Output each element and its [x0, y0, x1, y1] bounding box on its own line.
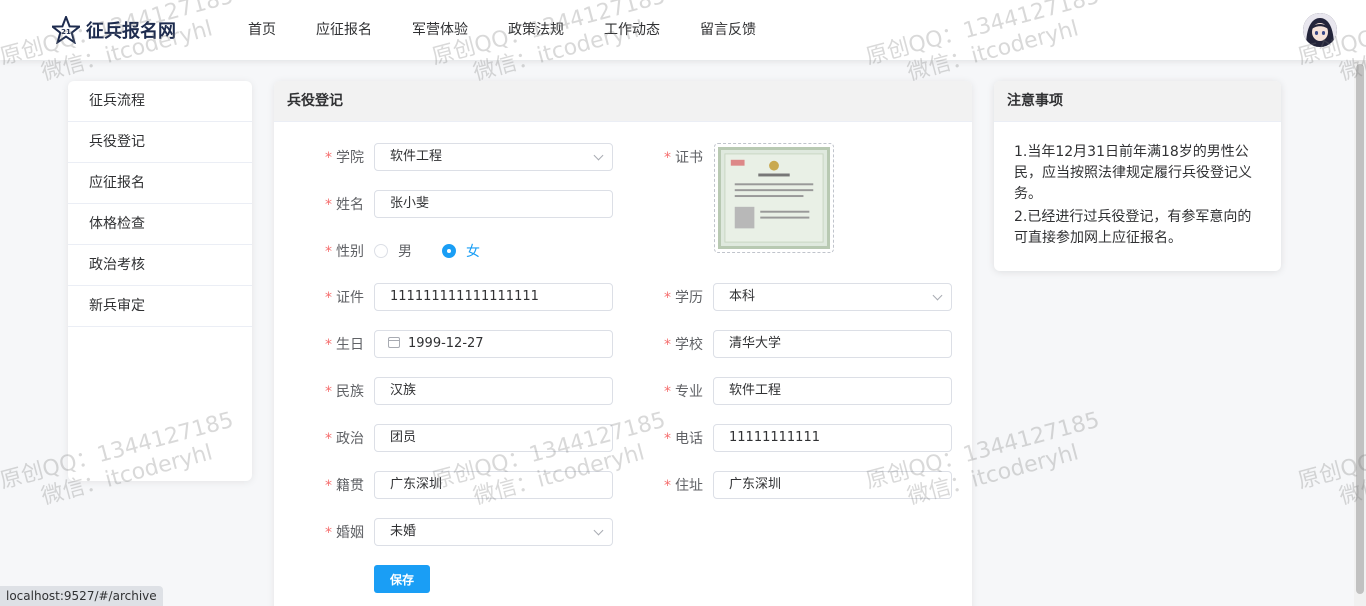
label-college: * 学院: [325, 150, 364, 166]
site-title: 征兵报名网: [86, 21, 176, 42]
side-item-political[interactable]: 政治考核: [68, 245, 252, 286]
side-item-enlist[interactable]: 应征报名: [68, 163, 252, 204]
user-avatar[interactable]: [1303, 13, 1337, 47]
name-input[interactable]: 张小斐: [374, 190, 613, 218]
label-major: * 专业: [664, 384, 703, 400]
radio-circle-icon: [374, 244, 388, 258]
label-gender: * 性别: [325, 244, 364, 260]
major-input[interactable]: 软件工程: [713, 377, 952, 405]
label-name: * 姓名: [325, 197, 364, 213]
label-politics: * 政治: [325, 431, 364, 447]
svg-text:21: 21: [61, 28, 71, 36]
link-status-bar: localhost:9527/#/archive: [0, 586, 163, 606]
nav-home[interactable]: 首页: [228, 0, 296, 60]
label-phone: * 电话: [664, 431, 703, 447]
ethnicity-input[interactable]: 汉族: [374, 377, 613, 405]
chevron-down-icon: [932, 290, 943, 301]
notice-line-2: 2.已经进行过兵役登记，有参军意向的可直接参加网上应征报名。: [1014, 209, 1252, 246]
phone-input[interactable]: 11111111111: [713, 424, 952, 452]
calendar-icon: [388, 337, 400, 348]
card-title: 兵役登记: [274, 81, 972, 122]
label-birthday: * 生日: [325, 337, 364, 353]
chevron-down-icon: [593, 525, 604, 536]
nav-policy[interactable]: 政策法规: [488, 0, 584, 60]
hometown-input[interactable]: 广东深圳: [374, 471, 613, 499]
top-header: 21 征兵报名网 首页 应征报名 军营体验 政策法规 工作动态 留言反馈: [0, 0, 1366, 60]
avatar-image-icon: [1303, 13, 1337, 47]
radio-checked-icon: [442, 244, 456, 258]
politics-input[interactable]: 团员: [374, 424, 613, 452]
save-button[interactable]: 保存: [374, 565, 430, 593]
nav-feedback[interactable]: 留言反馈: [680, 0, 776, 60]
nav-camp[interactable]: 军营体验: [392, 0, 488, 60]
label-hometown: * 籍贯: [325, 478, 364, 494]
certificate-preview-icon: [724, 153, 824, 243]
address-input[interactable]: 广东深圳: [713, 471, 952, 499]
nav-enlist[interactable]: 应征报名: [296, 0, 392, 60]
id-input[interactable]: 111111111111111111: [374, 283, 613, 311]
label-school: * 学校: [664, 337, 703, 353]
label-education: * 学历: [664, 290, 703, 306]
marriage-select[interactable]: 未婚: [374, 518, 613, 546]
notice-card: 注意事项 1.当年12月31日前年满18岁的男性公民，应当按照法律规定履行兵役登…: [994, 81, 1281, 271]
main-nav: 首页 应征报名 军营体验 政策法规 工作动态 留言反馈: [228, 0, 776, 60]
certificate-image: [718, 147, 830, 249]
college-select[interactable]: 软件工程: [374, 143, 613, 171]
notice-line-1: 1.当年12月31日前年满18岁的男性公民，应当按照法律规定履行兵役登记义务。: [1014, 144, 1252, 202]
notice-title: 注意事项: [994, 81, 1281, 122]
label-certificate: * 证书: [664, 150, 703, 166]
notice-body: 1.当年12月31日前年满18岁的男性公民，应当按照法律规定履行兵役登记义务。 …: [994, 122, 1281, 249]
nav-news[interactable]: 工作动态: [584, 0, 680, 60]
education-select[interactable]: 本科: [713, 283, 952, 311]
side-menu: 征兵流程 兵役登记 应征报名 体格检查 政治考核 新兵审定: [68, 81, 252, 481]
gender-radio-male[interactable]: 男: [374, 241, 412, 261]
gender-radio-female[interactable]: 女: [442, 241, 480, 261]
label-marriage: * 婚姻: [325, 525, 364, 541]
label-ethnicity: * 民族: [325, 384, 364, 400]
side-item-registration[interactable]: 兵役登记: [68, 122, 252, 163]
side-item-approval[interactable]: 新兵审定: [68, 286, 252, 327]
label-id: * 证件: [325, 290, 364, 306]
scrollbar-thumb[interactable]: [1356, 64, 1364, 594]
chevron-down-icon: [593, 150, 604, 161]
side-item-physical[interactable]: 体格检查: [68, 204, 252, 245]
label-address: * 住址: [664, 478, 703, 494]
page-scrollbar[interactable]: [1354, 60, 1366, 606]
birthday-datepicker[interactable]: 1999-12-27: [374, 330, 613, 358]
site-logo[interactable]: 21 征兵报名网: [52, 14, 176, 46]
certificate-upload[interactable]: [714, 143, 834, 253]
star-logo-icon: 21: [52, 16, 80, 44]
side-item-process[interactable]: 征兵流程: [68, 81, 252, 122]
school-input[interactable]: 清华大学: [713, 330, 952, 358]
